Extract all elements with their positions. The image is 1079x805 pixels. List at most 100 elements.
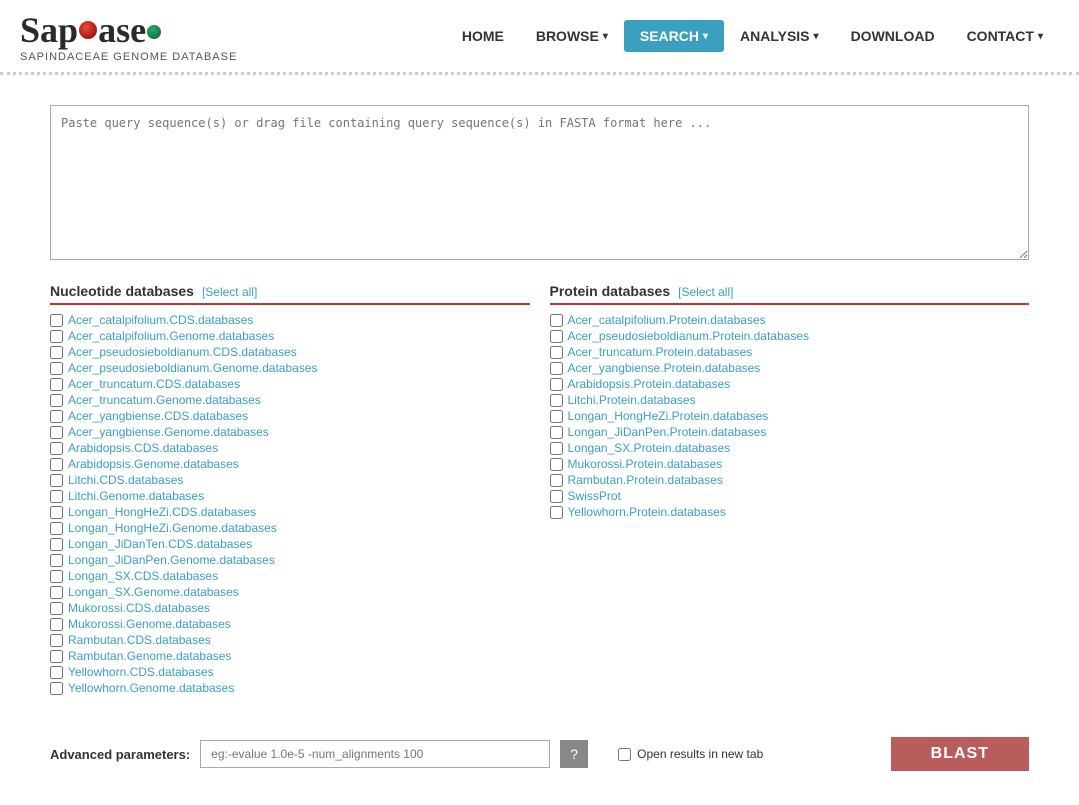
nucleotide-label-10[interactable]: Litchi.CDS.databases (68, 473, 183, 487)
protein-label-7[interactable]: Longan_JiDanPen.Protein.databases (568, 425, 767, 439)
nucleotide-checkbox-23[interactable] (50, 682, 63, 695)
nucleotide-label-11[interactable]: Litchi.Genome.databases (68, 489, 204, 503)
nucleotide-label-23[interactable]: Yellowhorn.Genome.databases (68, 681, 234, 695)
protein-select-all[interactable]: [Select all] (678, 285, 733, 299)
nucleotide-checkbox-18[interactable] (50, 602, 63, 615)
nucleotide-checkbox-0[interactable] (50, 314, 63, 327)
advanced-input[interactable] (200, 740, 550, 768)
nucleotide-checkbox-4[interactable] (50, 378, 63, 391)
protein-item: Acer_truncatum.Protein.databases (550, 345, 1030, 359)
nucleotide-label-19[interactable]: Mukorossi.Genome.databases (68, 617, 231, 631)
help-button[interactable]: ? (560, 740, 588, 768)
protein-item: Longan_JiDanPen.Protein.databases (550, 425, 1030, 439)
nucleotide-checkbox-11[interactable] (50, 490, 63, 503)
nucleotide-checkbox-17[interactable] (50, 586, 63, 599)
protein-item: Acer_pseudosieboldianum.Protein.database… (550, 329, 1030, 343)
protein-label-5[interactable]: Litchi.Protein.databases (568, 393, 696, 407)
nav-download[interactable]: DOWNLOAD (835, 20, 951, 52)
nucleotide-label-13[interactable]: Longan_HongHeZi.Genome.databases (68, 521, 277, 535)
nucleotide-item: Rambutan.Genome.databases (50, 649, 530, 663)
protein-checkbox-6[interactable] (550, 410, 563, 423)
nucleotide-checkbox-5[interactable] (50, 394, 63, 407)
protein-label-12[interactable]: Yellowhorn.Protein.databases (568, 505, 726, 519)
nucleotide-checkbox-16[interactable] (50, 570, 63, 583)
nucleotide-checkbox-9[interactable] (50, 458, 63, 471)
protein-checkbox-0[interactable] (550, 314, 563, 327)
nav-contact[interactable]: CONTACT ▾ (951, 20, 1059, 52)
nav-search[interactable]: SEARCH ▾ (624, 20, 724, 52)
nucleotide-label-6[interactable]: Acer_yangbiense.CDS.databases (68, 409, 248, 423)
protein-item: Rambutan.Protein.databases (550, 473, 1030, 487)
nucleotide-checkbox-15[interactable] (50, 554, 63, 567)
open-tab-label[interactable]: Open results in new tab (637, 747, 763, 761)
protein-checkbox-11[interactable] (550, 490, 563, 503)
nucleotide-label-5[interactable]: Acer_truncatum.Genome.databases (68, 393, 261, 407)
nucleotide-label-16[interactable]: Longan_SX.CDS.databases (68, 569, 218, 583)
nucleotide-label-0[interactable]: Acer_catalpifolium.CDS.databases (68, 313, 253, 327)
nucleotide-label-9[interactable]: Arabidopsis.Genome.databases (68, 457, 239, 471)
nucleotide-label-22[interactable]: Yellowhorn.CDS.databases (68, 665, 214, 679)
protein-label-6[interactable]: Longan_HongHeZi.Protein.databases (568, 409, 769, 423)
protein-label-4[interactable]: Arabidopsis.Protein.databases (568, 377, 731, 391)
nucleotide-label-17[interactable]: Longan_SX.Genome.databases (68, 585, 239, 599)
nucleotide-item: Acer_truncatum.CDS.databases (50, 377, 530, 391)
main-content: Nucleotide databases [Select all] Acer_c… (0, 75, 1079, 791)
nucleotide-checkbox-12[interactable] (50, 506, 63, 519)
protein-label-11[interactable]: SwissProt (568, 489, 621, 503)
nucleotide-checkbox-13[interactable] (50, 522, 63, 535)
nucleotide-checkbox-1[interactable] (50, 330, 63, 343)
nucleotide-select-all[interactable]: [Select all] (202, 285, 257, 299)
nav-browse[interactable]: BROWSE ▾ (520, 20, 624, 52)
protein-checkbox-5[interactable] (550, 394, 563, 407)
protein-item: Litchi.Protein.databases (550, 393, 1030, 407)
nucleotide-label-20[interactable]: Rambutan.CDS.databases (68, 633, 211, 647)
protein-label-1[interactable]: Acer_pseudosieboldianum.Protein.database… (568, 329, 810, 343)
protein-checkbox-3[interactable] (550, 362, 563, 375)
nucleotide-item: Litchi.Genome.databases (50, 489, 530, 503)
protein-label-10[interactable]: Rambutan.Protein.databases (568, 473, 723, 487)
protein-checkbox-10[interactable] (550, 474, 563, 487)
nucleotide-label-1[interactable]: Acer_catalpifolium.Genome.databases (68, 329, 274, 343)
nucleotide-checkbox-8[interactable] (50, 442, 63, 455)
blast-button[interactable]: BLAST (891, 737, 1029, 771)
nucleotide-label-18[interactable]: Mukorossi.CDS.databases (68, 601, 210, 615)
query-textarea[interactable] (50, 105, 1029, 260)
nav-home[interactable]: HOME (446, 20, 520, 52)
nucleotide-item: Longan_HongHeZi.CDS.databases (50, 505, 530, 519)
nucleotide-checkbox-20[interactable] (50, 634, 63, 647)
nucleotide-label-15[interactable]: Longan_JiDanPen.Genome.databases (68, 553, 275, 567)
nucleotide-checkbox-7[interactable] (50, 426, 63, 439)
protein-checkbox-1[interactable] (550, 330, 563, 343)
nucleotide-checkbox-22[interactable] (50, 666, 63, 679)
protein-checkbox-12[interactable] (550, 506, 563, 519)
protein-checkbox-4[interactable] (550, 378, 563, 391)
protein-checkbox-8[interactable] (550, 442, 563, 455)
nucleotide-label-7[interactable]: Acer_yangbiense.Genome.databases (68, 425, 269, 439)
protein-checkbox-9[interactable] (550, 458, 563, 471)
protein-label-3[interactable]: Acer_yangbiense.Protein.databases (568, 361, 761, 375)
nucleotide-label-12[interactable]: Longan_HongHeZi.CDS.databases (68, 505, 256, 519)
nucleotide-label-8[interactable]: Arabidopsis.CDS.databases (68, 441, 218, 455)
protein-checkbox-2[interactable] (550, 346, 563, 359)
open-tab-checkbox[interactable] (618, 748, 631, 761)
nucleotide-label-3[interactable]: Acer_pseudosieboldianum.Genome.databases (68, 361, 318, 375)
nucleotide-label-4[interactable]: Acer_truncatum.CDS.databases (68, 377, 240, 391)
nucleotide-label-2[interactable]: Acer_pseudosieboldianum.CDS.databases (68, 345, 297, 359)
nucleotide-checkbox-3[interactable] (50, 362, 63, 375)
nucleotide-checkbox-14[interactable] (50, 538, 63, 551)
protein-label-2[interactable]: Acer_truncatum.Protein.databases (568, 345, 753, 359)
protein-label-8[interactable]: Longan_SX.Protein.databases (568, 441, 731, 455)
nucleotide-checkbox-21[interactable] (50, 650, 63, 663)
nucleotide-item: Mukorossi.CDS.databases (50, 601, 530, 615)
nucleotide-checkbox-2[interactable] (50, 346, 63, 359)
protein-items-list: Acer_catalpifolium.Protein.databases Acer… (550, 313, 1030, 519)
protein-checkbox-7[interactable] (550, 426, 563, 439)
protein-label-0[interactable]: Acer_catalpifolium.Protein.databases (568, 313, 766, 327)
nucleotide-label-21[interactable]: Rambutan.Genome.databases (68, 649, 231, 663)
nucleotide-checkbox-19[interactable] (50, 618, 63, 631)
nucleotide-checkbox-6[interactable] (50, 410, 63, 423)
nucleotide-label-14[interactable]: Longan_JiDanTen.CDS.databases (68, 537, 252, 551)
protein-label-9[interactable]: Mukorossi.Protein.databases (568, 457, 723, 471)
nucleotide-checkbox-10[interactable] (50, 474, 63, 487)
nav-analysis[interactable]: ANALYSIS ▾ (724, 20, 835, 52)
